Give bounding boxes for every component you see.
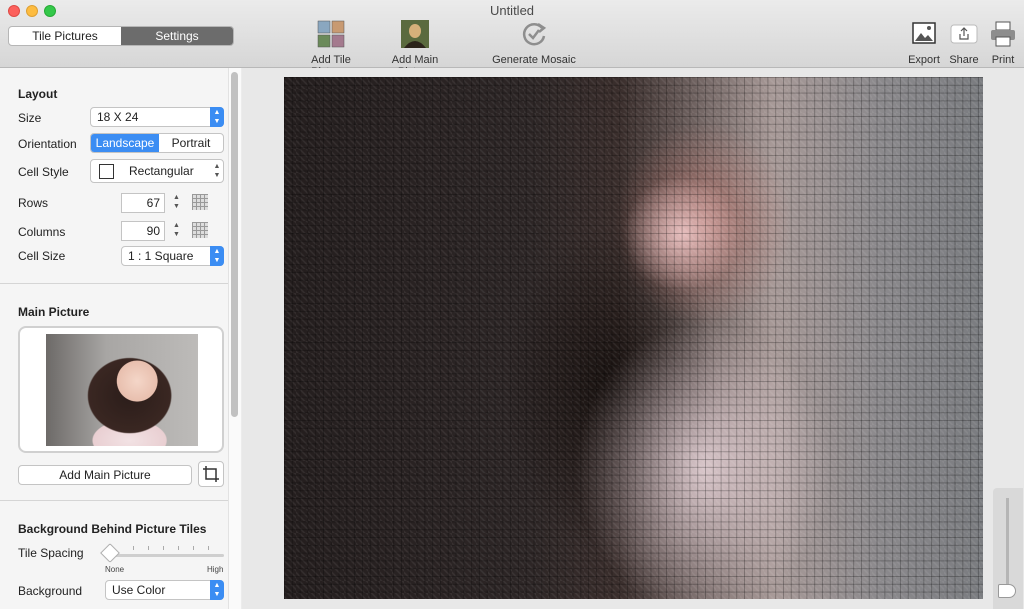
export-label: Export [908,54,940,66]
columns-stepper[interactable]: ▲ ▼ [171,221,182,241]
popup-arrows-icon: ▲ ▼ [210,246,224,266]
zoom-slider-thumb[interactable] [998,584,1016,598]
grid-icon [192,222,208,238]
cell-size-popup[interactable]: 1 : 1 Square ▲ ▼ [121,246,224,266]
columns-input[interactable]: 90 [121,221,165,241]
print-button[interactable]: Print [986,20,1020,66]
export-image-icon [912,22,936,44]
cell-size-label: Cell Size [18,249,66,263]
window-title: Untitled [489,3,535,18]
orientation-landscape[interactable]: Landscape [91,134,159,152]
share-icon [950,24,978,44]
slider-max-label: High [207,565,224,574]
tile-spacing-slider-thumb[interactable] [100,543,120,563]
rows-input[interactable]: 67 [121,193,165,213]
grid-icon [192,194,208,210]
tile-pictures-icon [317,20,345,48]
popup-arrows-icon: ▲ ▼ [213,163,221,179]
refresh-check-icon [522,22,547,46]
background-label: Background [18,584,83,598]
layout-heading: Layout [18,87,58,101]
main-picture-icon [401,20,429,48]
cell-style-popup[interactable]: Rectangular ▲ ▼ [90,159,224,183]
slider-tick [178,546,179,550]
slider-tick [193,546,194,550]
rows-label: Rows [18,196,49,210]
orientation-portrait[interactable]: Portrait [159,134,223,152]
zoom-slider[interactable] [1006,498,1009,593]
size-label: Size [18,111,42,125]
tile-spacing-slider[interactable] [105,554,224,557]
rows-stepper[interactable]: ▲ ▼ [171,193,182,213]
tile-spacing-label: Tile Spacing [18,546,84,560]
cell-size-value: 1 : 1 Square [128,249,194,263]
share-label: Share [949,54,979,66]
cell-style-label: Cell Style [18,165,69,179]
slider-min-label: None [105,565,125,574]
size-value: 18 X 24 [97,110,139,124]
add-main-picture-sidebar-button[interactable]: Add Main Picture [18,465,192,485]
columns-label: Columns [18,225,66,239]
share-button[interactable]: Share [946,20,982,66]
main-picture-well[interactable] [18,326,224,453]
background-popup[interactable]: Use Color ▲ ▼ [105,580,224,600]
orientation-control: Landscape Portrait [90,133,224,153]
export-button[interactable]: Export [906,20,942,66]
background-heading: Background Behind Picture Tiles [18,522,207,536]
size-popup[interactable]: 18 X 24 ▲ ▼ [90,107,224,127]
print-label: Print [991,54,1015,66]
generate-mosaic-button[interactable]: Generate Mosaic [492,20,576,66]
section-divider [0,283,228,284]
tab-settings[interactable]: Settings [121,27,233,45]
crop-icon [203,466,219,482]
slider-tick [133,546,134,550]
toolbar: Untitled Tile Pictures Settings Add Tile… [0,0,1024,78]
photo-mosaic-image [284,77,983,599]
printer-icon [991,21,1015,47]
main-picture-thumbnail [46,334,198,446]
popup-arrows-icon: ▲ ▼ [210,107,224,127]
section-divider [0,500,228,501]
orientation-label: Orientation [18,137,77,151]
sidebar-scroll-thumb[interactable] [231,72,238,417]
generate-mosaic-label: Generate Mosaic [492,54,576,66]
mode-segmented-control: Tile Pictures Settings [8,26,234,46]
slider-tick [208,546,209,550]
slider-tick [163,546,164,550]
settings-sidebar: Layout Size 18 X 24 ▲ ▼ Orientation Lands… [0,68,241,609]
cell-style-value: Rectangular [129,164,194,178]
main-picture-heading: Main Picture [18,305,90,319]
popup-arrows-icon: ▲ ▼ [210,580,224,600]
square-shape-icon [99,164,114,179]
crop-button[interactable] [198,461,224,487]
tab-tile-pictures[interactable]: Tile Pictures [9,27,121,45]
slider-tick [148,546,149,550]
background-value: Use Color [112,583,166,597]
